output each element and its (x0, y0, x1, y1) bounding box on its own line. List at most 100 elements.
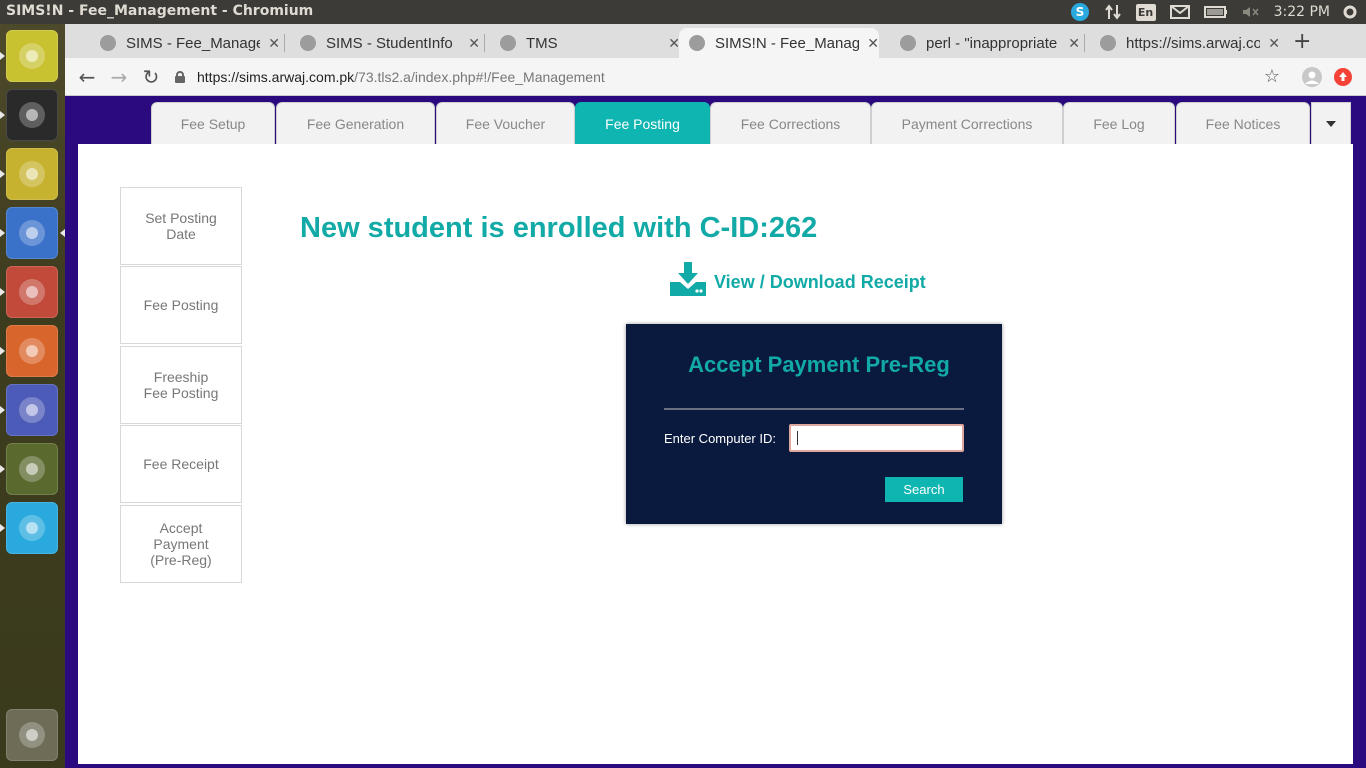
terminal-icon[interactable] (6, 89, 58, 141)
tab-separator (484, 34, 485, 52)
browser-tab-label: TMS (526, 34, 558, 52)
side-menu-item[interactable]: Fee Receipt (120, 425, 242, 503)
close-tab-icon[interactable]: ✕ (1068, 35, 1080, 52)
launcher-running-indicator (0, 288, 5, 296)
browser-tab-label: https://sims.arwaj.com.pk (1126, 34, 1261, 52)
tab-fee-notices[interactable]: Fee Notices (1176, 102, 1310, 144)
browser-tab[interactable]: SIMS!N - Fee_Management ✕ (679, 28, 879, 58)
splash-app-icon[interactable] (6, 502, 58, 554)
profile-avatar-icon[interactable] (1302, 67, 1322, 87)
unity-launcher (0, 24, 65, 768)
teapot-icon-glyph (19, 161, 45, 187)
browser-tab[interactable]: TMS ✕ (490, 28, 680, 58)
lock-icon[interactable] (175, 71, 185, 83)
bookmark-star-icon[interactable]: ☆ (1260, 65, 1284, 89)
panel-title: Accept Payment Pre-Reg (688, 352, 950, 377)
receipt-link-label: View / Download Receipt (714, 272, 926, 292)
browser-toolbar: ← → ↻ https://sims.arwaj.com.pk/73.tls2.… (65, 58, 1366, 96)
file-cabinet-icon[interactable] (6, 266, 58, 318)
favicon-icon (900, 35, 916, 51)
browser-tab[interactable]: SIMS - StudentInfo ✕ (290, 28, 480, 58)
tab-fee-voucher[interactable]: Fee Voucher (436, 102, 575, 144)
favicon-icon (100, 35, 116, 51)
back-icon[interactable]: ← (75, 65, 99, 89)
software-updater-icon-glyph (19, 456, 45, 482)
wallpaper-app-icon-glyph (19, 397, 45, 423)
browser-tab-label: SIMS - StudentInfo (326, 34, 453, 52)
archive-manager-icon[interactable] (6, 325, 58, 377)
close-tab-icon[interactable]: ✕ (867, 35, 879, 52)
archive-manager-icon-glyph (19, 338, 45, 364)
new-tab-icon[interactable]: + (1293, 29, 1311, 54)
chromium-icon-glyph (19, 220, 45, 246)
chromium-icon[interactable] (6, 207, 58, 259)
keyboard-layout-indicator[interactable]: En (1135, 3, 1156, 21)
url-host: https://sims.arwaj.com.pk (197, 69, 355, 85)
favicon-icon (1100, 35, 1116, 51)
side-menu-item[interactable]: Accept Payment (Pre-Reg) (120, 505, 242, 583)
launcher-running-indicator (0, 524, 5, 532)
content-area: Set Posting Date Fee Posting Freeship Fee … (78, 144, 1353, 764)
launcher-running-indicator (0, 111, 5, 119)
chevron-down-icon (1326, 120, 1336, 127)
launcher-running-indicator (0, 406, 5, 414)
computer-id-label: Enter Computer ID: (664, 431, 776, 446)
tab-fee-corrections[interactable]: Fee Corrections (710, 102, 871, 144)
software-updater-icon[interactable] (6, 443, 58, 495)
search-button[interactable]: Search (885, 477, 963, 502)
tab-payment-corrections[interactable]: Payment Corrections (871, 102, 1063, 144)
close-tab-icon[interactable]: ✕ (1268, 35, 1280, 52)
panel-divider (664, 408, 964, 410)
terminal-icon-glyph (19, 102, 45, 128)
side-menu-item[interactable]: Fee Posting (120, 266, 242, 344)
download-icon (670, 262, 706, 296)
update-menu-icon[interactable] (1334, 68, 1352, 86)
computer-id-input[interactable] (789, 424, 964, 452)
close-tab-icon[interactable]: ✕ (268, 35, 280, 52)
trash-icon[interactable] (6, 709, 58, 761)
more-tabs-dropdown[interactable] (1311, 102, 1351, 144)
view-download-receipt-link[interactable]: View / Download Receipt (670, 262, 926, 296)
svg-text:S: S (1075, 5, 1084, 19)
close-tab-icon[interactable]: ✕ (468, 35, 480, 52)
url-path: /73.tls2.a/index.php#!/Fee_Management (354, 69, 605, 85)
side-menu-item[interactable]: Freeship Fee Posting (120, 346, 242, 424)
browser-tab[interactable]: SIMS - Fee_Management ✕ (90, 28, 280, 58)
clock[interactable]: 3:22 PM (1274, 4, 1330, 20)
enrollment-message: New student is enrolled with C-ID:262 (300, 212, 818, 244)
os-top-panel: SIMS!N - Fee_Management - Chromium S En … (0, 0, 1366, 24)
wallpaper-app-icon[interactable] (6, 384, 58, 436)
browser-tab-label: perl - "inappropriate ioctl for device" (926, 34, 1060, 52)
launcher-running-indicator (0, 347, 5, 355)
browser-tab-label: SIMS - Fee_Management (126, 34, 261, 52)
trash-icon-glyph (19, 722, 45, 748)
favicon-icon (500, 35, 516, 51)
teapot-icon[interactable] (6, 148, 58, 200)
tab-separator (1084, 34, 1085, 52)
tab-fee-posting[interactable]: Fee Posting (575, 102, 710, 144)
side-menu-item[interactable]: Set Posting Date (120, 187, 242, 265)
favicon-icon (689, 35, 705, 51)
tab-fee-setup[interactable]: Fee Setup (151, 102, 275, 144)
reload-icon[interactable]: ↻ (139, 65, 163, 89)
tab-fee-log[interactable]: Fee Log (1063, 102, 1175, 144)
favicon-icon (300, 35, 316, 51)
skype-icon[interactable]: S (1070, 2, 1090, 22)
mail-icon[interactable] (1169, 5, 1190, 19)
battery-icon[interactable] (1203, 5, 1228, 19)
ubuntu-dash-icon[interactable] (6, 30, 58, 82)
launcher-running-indicator (0, 170, 5, 178)
address-bar[interactable]: https://sims.arwaj.com.pk/73.tls2.a/inde… (175, 64, 1265, 90)
session-gear-icon[interactable] (1342, 4, 1358, 20)
ubuntu-dash-icon-glyph (19, 43, 45, 69)
network-icon[interactable] (1104, 3, 1122, 21)
tab-fee-generation[interactable]: Fee Generation (276, 102, 435, 144)
browser-tab[interactable]: perl - "inappropriate ioctl for device" ✕ (890, 28, 1080, 58)
forward-icon[interactable]: → (107, 65, 131, 89)
launcher-running-indicator (0, 229, 5, 237)
volume-muted-icon[interactable] (1242, 5, 1260, 19)
browser-tab-strip: SIMS - Fee_Management✕SIMS - StudentInfo… (65, 24, 1366, 58)
browser-tab[interactable]: https://sims.arwaj.com.pk ✕ (1090, 28, 1280, 58)
file-cabinet-icon-glyph (19, 279, 45, 305)
launcher-running-indicator (0, 52, 5, 60)
